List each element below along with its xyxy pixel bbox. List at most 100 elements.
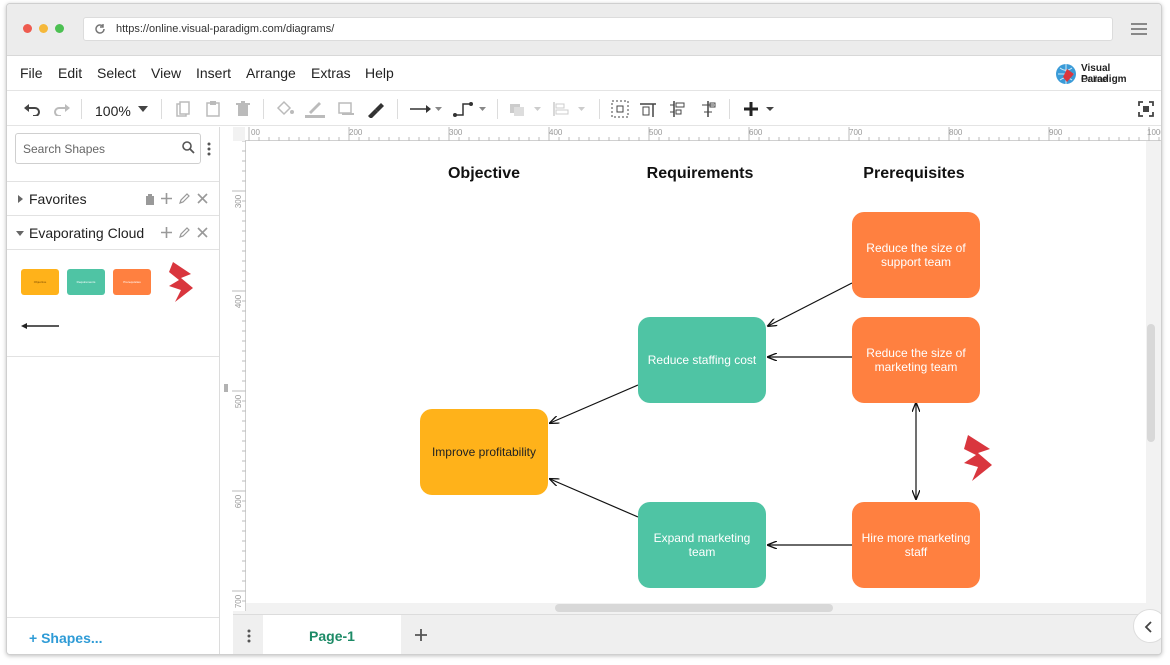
search-more-options-icon[interactable] — [207, 142, 211, 156]
reload-icon[interactable] — [94, 23, 106, 35]
undo-icon[interactable] — [21, 97, 43, 121]
delete-icon[interactable] — [233, 97, 253, 121]
maximize-window-dot[interactable] — [55, 24, 64, 33]
line-color-icon[interactable] — [303, 97, 327, 121]
search-input[interactable]: Search Shapes — [15, 133, 201, 164]
toolbar-separator — [729, 99, 730, 119]
menu-help[interactable]: Help — [365, 65, 394, 81]
conflict-lightning-icon[interactable] — [964, 435, 992, 481]
node-reduce-staffing-cost[interactable]: Reduce staffing cost — [638, 317, 766, 403]
browser-bar: https://online.visual-paradigm.com/diagr… — [7, 4, 1161, 56]
close-icon[interactable] — [197, 193, 208, 204]
ruler-label: 400 — [549, 128, 563, 137]
align-center-icon[interactable] — [667, 97, 689, 121]
connector-style-arrow-icon[interactable] — [409, 97, 443, 121]
requirements-shape-thumb[interactable]: Requirements — [67, 269, 105, 295]
toolbar-separator — [263, 99, 264, 119]
evaporating-cloud-row[interactable]: Evaporating Cloud — [7, 215, 219, 249]
select-all-icon[interactable] — [609, 97, 631, 121]
arrange-order-icon[interactable] — [507, 97, 543, 121]
format-painter-icon[interactable] — [363, 97, 387, 121]
ruler-label: 300 — [234, 194, 244, 209]
panel-bottom-divider — [7, 617, 219, 618]
ruler-label: 700 — [234, 594, 244, 609]
panel-splitter-handle[interactable] — [224, 384, 228, 392]
prerequisites-shape-thumb[interactable]: Prerequisites — [113, 269, 151, 295]
address-bar[interactable]: https://online.visual-paradigm.com/diagr… — [83, 17, 1113, 41]
waypoint-style-icon[interactable] — [453, 97, 487, 121]
node-reduce-marketing-team[interactable]: Reduce the size of marketing team — [852, 317, 980, 403]
page-tab-1[interactable]: Page-1 — [263, 615, 401, 654]
diagram-canvas[interactable]: Objective Requirements Prerequisites Red… — [246, 141, 1146, 603]
objective-shape-thumb[interactable]: Objective — [21, 269, 59, 295]
add-icon[interactable] — [161, 193, 172, 204]
menu-file[interactable]: File — [20, 65, 43, 81]
connector-support-to-staffing[interactable] — [768, 282, 853, 326]
align-left-icon[interactable] — [697, 97, 719, 121]
node-improve-profitability[interactable]: Improve profitability — [420, 409, 548, 495]
ruler-label: 200 — [349, 128, 363, 137]
menu-arrange[interactable]: Arrange — [246, 65, 296, 81]
url-text: https://online.visual-paradigm.com/diagr… — [116, 23, 335, 35]
horizontal-scrollbar[interactable] — [555, 604, 833, 612]
more-shapes-link[interactable]: + Shapes... — [29, 630, 103, 646]
close-icon[interactable] — [197, 227, 208, 238]
evaporating-cloud-label: Evaporating Cloud — [29, 225, 145, 241]
ruler-label: 300 — [449, 128, 463, 137]
menu-view[interactable]: View — [151, 65, 181, 81]
favorites-label: Favorites — [29, 191, 87, 207]
node-hire-marketing-staff[interactable]: Hire more marketing staff — [852, 502, 980, 588]
copy-icon[interactable] — [173, 97, 193, 121]
ruler-label: 00 — [251, 128, 260, 137]
align-icon[interactable] — [551, 97, 587, 121]
toolbar-separator — [397, 99, 398, 119]
ruler-label: 400 — [234, 294, 244, 309]
ruler-label: 500 — [234, 394, 244, 409]
ruler-label: 1000 — [1147, 128, 1161, 137]
fullscreen-icon[interactable] — [1135, 97, 1157, 121]
node-reduce-support-team[interactable]: Reduce the size of support team — [852, 212, 980, 298]
redo-icon[interactable] — [51, 97, 73, 121]
search-icon[interactable] — [182, 141, 195, 154]
clipboard-icon[interactable] — [145, 194, 155, 205]
node-expand-marketing-team[interactable]: Expand marketing team — [638, 502, 766, 588]
collapse-panel-button[interactable] — [1133, 609, 1161, 643]
connector-staffing-to-profitability[interactable] — [550, 384, 639, 423]
shape-palette: Objective Requirements Prerequisites — [7, 249, 219, 357]
arrow-connector-shape-thumb[interactable] — [21, 322, 59, 330]
shapes-panel: Search Shapes Favorites Evaporating Clou… — [7, 127, 220, 654]
page-options-icon[interactable] — [247, 629, 251, 643]
distribute-icon[interactable] — [637, 97, 659, 121]
vertical-scrollbar[interactable] — [1147, 324, 1155, 442]
fill-color-icon[interactable] — [273, 97, 297, 121]
edit-pencil-icon[interactable] — [179, 227, 190, 238]
shadow-icon[interactable] — [335, 97, 359, 121]
browser-window: https://online.visual-paradigm.com/diagr… — [6, 3, 1162, 655]
browser-menu-icon[interactable] — [1131, 23, 1147, 35]
add-icon[interactable] — [161, 227, 172, 238]
favorites-row[interactable]: Favorites — [7, 181, 219, 215]
menu-edit[interactable]: Edit — [58, 65, 82, 81]
chevron-left-icon — [1144, 621, 1152, 633]
minimize-window-dot[interactable] — [39, 24, 48, 33]
add-page-icon[interactable] — [415, 629, 427, 641]
horizontal-ruler-ticks — [248, 127, 1160, 141]
vertical-ruler-ticks — [232, 141, 246, 602]
zoom-level[interactable]: 100% — [95, 103, 131, 119]
collapse-caret-icon[interactable] — [16, 231, 24, 236]
toolbar-separator — [81, 99, 82, 119]
menu-extras[interactable]: Extras — [311, 65, 351, 81]
menu-select[interactable]: Select — [97, 65, 136, 81]
globe-logo-icon — [1056, 64, 1076, 84]
menu-insert[interactable]: Insert — [196, 65, 231, 81]
add-plus-icon[interactable] — [743, 97, 777, 121]
conflict-lightning-shape-thumb[interactable] — [165, 262, 193, 302]
ruler-label: 600 — [234, 494, 244, 509]
close-window-dot[interactable] — [23, 24, 32, 33]
zoom-dropdown-chevron-down-icon[interactable] — [137, 97, 149, 121]
connector-expand-to-profitability[interactable] — [550, 479, 639, 518]
paste-icon[interactable] — [203, 97, 223, 121]
expand-caret-icon[interactable] — [18, 195, 23, 203]
ruler-label: 600 — [749, 128, 763, 137]
edit-pencil-icon[interactable] — [179, 193, 190, 204]
